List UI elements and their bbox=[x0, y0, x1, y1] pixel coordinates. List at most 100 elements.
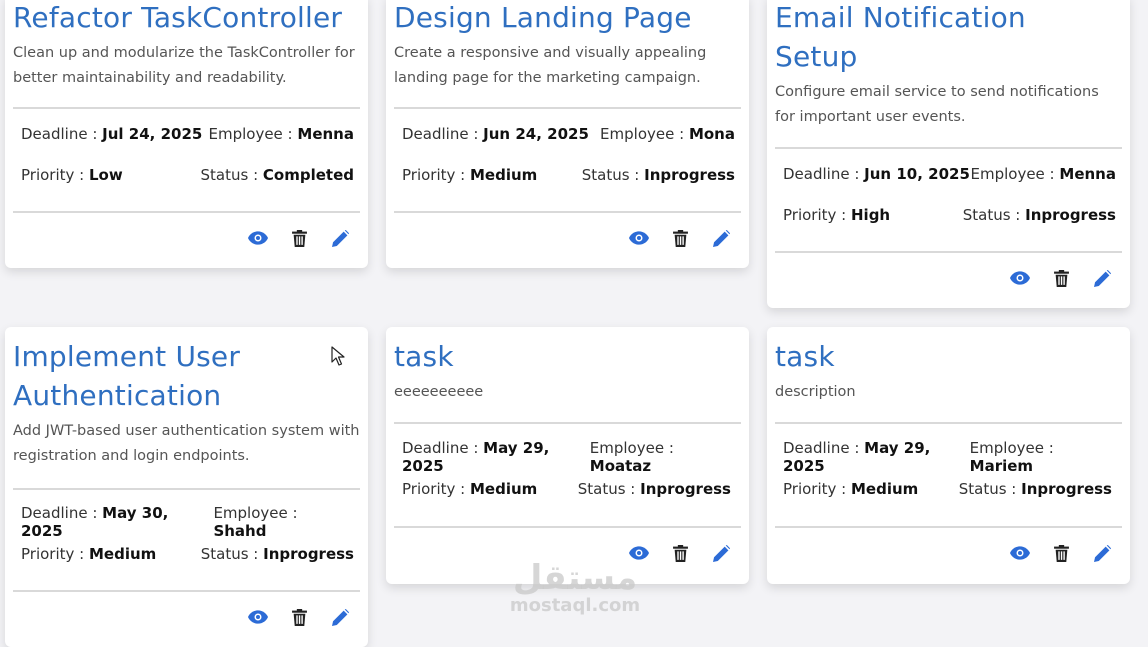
pencil-icon bbox=[712, 544, 730, 562]
task-title: Email Notification Setup bbox=[775, 1, 1026, 73]
task-meta-row: Priority : Low Status : Completed bbox=[21, 166, 354, 184]
edit-button[interactable] bbox=[1092, 268, 1112, 288]
divider bbox=[775, 251, 1122, 253]
employee-field: Employee : Menna bbox=[208, 125, 355, 143]
pencil-icon bbox=[712, 229, 730, 247]
divider bbox=[13, 211, 360, 213]
task-card: task eeeeeeeeee Deadline : May 29, 2025 … bbox=[386, 327, 749, 584]
delete-button[interactable] bbox=[670, 228, 690, 248]
task-meta-row: Deadline : May 29, 2025 Employee : Marie… bbox=[783, 439, 1116, 475]
view-button[interactable] bbox=[1010, 268, 1030, 288]
divider bbox=[394, 211, 741, 213]
employee-field: Employee : Mariem bbox=[969, 439, 1054, 475]
task-actions bbox=[227, 607, 350, 627]
task-card: Email Notification Setup Configure email… bbox=[767, 0, 1130, 308]
task-description: eeeeeeeeee bbox=[394, 384, 484, 400]
status-field: Status : Inprogress bbox=[581, 166, 735, 184]
task-title: Implement User Authentication bbox=[13, 340, 241, 412]
status-field: Status : Inprogress bbox=[962, 206, 1116, 224]
divider bbox=[775, 526, 1122, 528]
edit-button[interactable] bbox=[711, 228, 731, 248]
view-button[interactable] bbox=[629, 228, 649, 248]
divider bbox=[394, 526, 741, 528]
divider bbox=[775, 422, 1122, 424]
task-card: Implement User Authentication Add JWT-ba… bbox=[5, 327, 368, 647]
pencil-icon bbox=[1093, 544, 1111, 562]
edit-button[interactable] bbox=[711, 543, 731, 563]
task-description: Add JWT-based user authentication system… bbox=[13, 423, 360, 464]
view-button[interactable] bbox=[248, 228, 268, 248]
eye-icon bbox=[1010, 271, 1030, 285]
deadline-field: Deadline : May 30, 2025 bbox=[21, 504, 169, 540]
pencil-icon bbox=[1093, 269, 1111, 287]
task-meta-row: Priority : High Status : Inprogress bbox=[783, 206, 1116, 224]
edit-button[interactable] bbox=[330, 228, 350, 248]
delete-button[interactable] bbox=[1051, 268, 1071, 288]
pencil-icon bbox=[331, 229, 349, 247]
divider bbox=[13, 488, 360, 490]
view-button[interactable] bbox=[248, 607, 268, 627]
status-field: Status : Inprogress bbox=[200, 545, 354, 563]
priority-field: Priority : Medium bbox=[402, 480, 538, 498]
priority-field: Priority : Low bbox=[21, 166, 123, 184]
divider bbox=[394, 107, 741, 109]
eye-icon bbox=[248, 231, 268, 245]
task-title: task bbox=[394, 340, 454, 373]
view-button[interactable] bbox=[1010, 543, 1030, 563]
task-description: description bbox=[775, 384, 856, 400]
employee-field: Employee : Mona bbox=[600, 125, 735, 143]
task-meta-row: Deadline : May 30, 2025 Employee : Shahd bbox=[21, 504, 354, 540]
divider bbox=[775, 147, 1122, 149]
task-meta-row: Deadline : Jun 24, 2025 Employee : Mona bbox=[402, 125, 735, 143]
priority-field: Priority : Medium bbox=[21, 545, 157, 563]
status-field: Status : Inprogress bbox=[958, 480, 1112, 498]
employee-field: Employee : Menna bbox=[970, 165, 1117, 183]
task-meta-row: Priority : Medium Status : Inprogress bbox=[402, 166, 735, 184]
deadline-field: Deadline : Jul 24, 2025 bbox=[21, 125, 203, 143]
edit-button[interactable] bbox=[330, 607, 350, 627]
task-meta-row: Priority : Medium Status : Inprogress bbox=[21, 545, 354, 563]
trash-icon bbox=[672, 544, 688, 562]
status-field: Status : Inprogress bbox=[577, 480, 731, 498]
eye-icon bbox=[1010, 546, 1030, 560]
employee-field: Employee : Moataz bbox=[589, 439, 674, 475]
task-title: Design Landing Page bbox=[394, 1, 692, 34]
pencil-icon bbox=[331, 608, 349, 626]
watermark: مستقل mostaql.com bbox=[505, 560, 645, 616]
task-card: Design Landing Page Create a responsive … bbox=[386, 0, 749, 268]
task-actions bbox=[608, 228, 731, 248]
task-meta-row: Deadline : Jul 24, 2025 Employee : Menna bbox=[21, 125, 354, 143]
deadline-field: Deadline : May 29, 2025 bbox=[783, 439, 931, 475]
task-card: task description Deadline : May 29, 2025… bbox=[767, 327, 1130, 584]
trash-icon bbox=[1053, 544, 1069, 562]
task-meta-row: Priority : Medium Status : Inprogress bbox=[783, 480, 1116, 498]
trash-icon bbox=[291, 608, 307, 626]
delete-button[interactable] bbox=[670, 543, 690, 563]
deadline-field: Deadline : Jun 10, 2025 bbox=[783, 165, 970, 183]
divider bbox=[13, 107, 360, 109]
eye-icon bbox=[248, 610, 268, 624]
status-field: Status : Completed bbox=[200, 166, 354, 184]
eye-icon bbox=[629, 231, 649, 245]
trash-icon bbox=[291, 229, 307, 247]
divider bbox=[13, 590, 360, 592]
task-description: Clean up and modularize the TaskControll… bbox=[13, 45, 355, 86]
task-actions bbox=[989, 268, 1112, 288]
trash-icon bbox=[1053, 269, 1069, 287]
task-actions bbox=[227, 228, 350, 248]
trash-icon bbox=[672, 229, 688, 247]
watermark-latin: mostaql.com bbox=[509, 595, 641, 616]
task-description: Create a responsive and visually appeali… bbox=[394, 45, 707, 86]
priority-field: Priority : Medium bbox=[402, 166, 538, 184]
task-title: Refactor TaskController bbox=[13, 1, 343, 34]
delete-button[interactable] bbox=[1051, 543, 1071, 563]
delete-button[interactable] bbox=[289, 228, 309, 248]
priority-field: Priority : Medium bbox=[783, 480, 919, 498]
task-meta-row: Deadline : May 29, 2025 Employee : Moata… bbox=[402, 439, 735, 475]
deadline-field: Deadline : Jun 24, 2025 bbox=[402, 125, 589, 143]
task-meta-row: Deadline : Jun 10, 2025 Employee : Menna bbox=[783, 165, 1116, 183]
priority-field: Priority : High bbox=[783, 206, 891, 224]
edit-button[interactable] bbox=[1092, 543, 1112, 563]
delete-button[interactable] bbox=[289, 607, 309, 627]
deadline-field: Deadline : May 29, 2025 bbox=[402, 439, 550, 475]
